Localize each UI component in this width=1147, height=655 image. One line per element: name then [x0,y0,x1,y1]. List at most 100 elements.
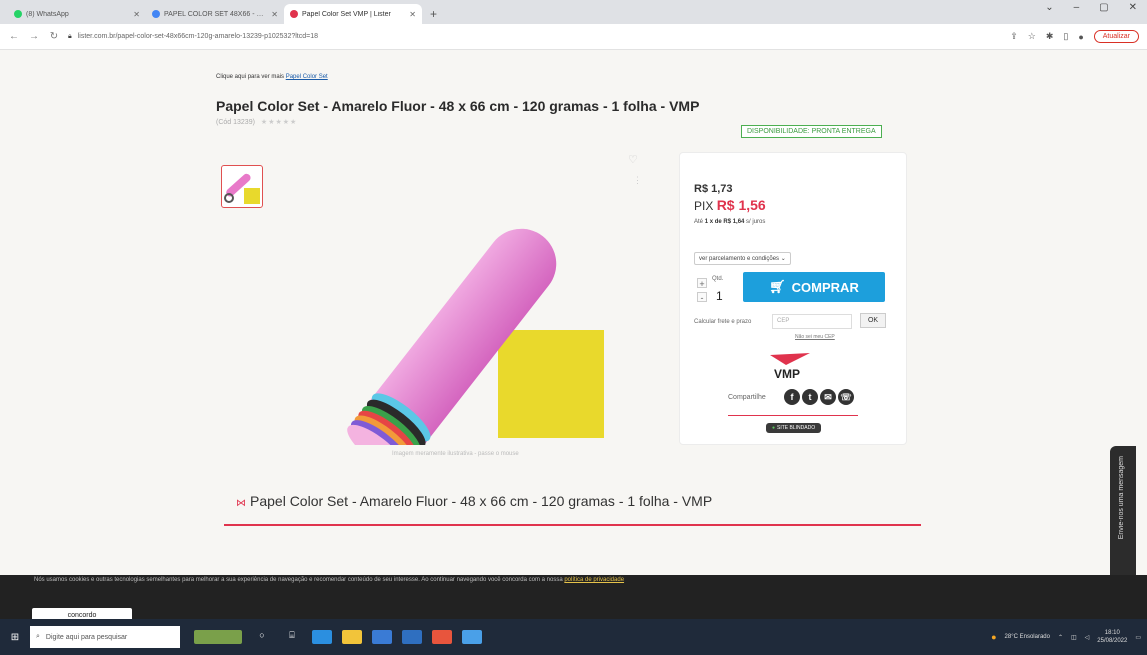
minimize-icon[interactable]: – [1074,2,1080,13]
qty-decrease-button[interactable]: - [697,292,707,303]
reload-icon[interactable]: ↻ [48,31,60,42]
secure-site-badge: ● SITE BLINDADO [766,423,822,433]
browser-tab-lister[interactable]: Papel Color Set VMP | Lister ✕ [284,4,422,24]
edge-icon[interactable] [312,630,332,644]
favorite-icon[interactable]: ♡ [628,153,638,166]
volume-icon[interactable]: ◁ [1085,634,1090,641]
extensions-icon[interactable]: ✱ [1046,31,1054,42]
pix-value: R$ 1,56 [716,197,766,213]
weather-text[interactable]: 28°C Ensolarado [1005,634,1050,640]
close-icon[interactable]: ✕ [409,10,416,19]
lock-icon: 🔒︎ [68,32,72,40]
bookmark-star-icon[interactable]: ☆ [1028,31,1036,42]
no-cep-link[interactable]: Não sei meu CEP [795,334,835,340]
installment-prefix: Até [694,219,705,225]
url-field[interactable]: 🔒︎ lister.com.br/papel-color-set-48x66cm-… [68,33,1002,41]
section-title-text: Papel Color Set - Amarelo Fluor - 48 x 6… [250,493,713,509]
qty-increase-button[interactable]: + [697,278,707,289]
browser-tab-google[interactable]: PAPEL COLOR SET 48X66 - Googl ✕ [146,4,284,24]
section-divider [224,524,921,526]
clock[interactable]: 18:10 25/08/2022 [1097,629,1127,645]
system-tray: ● 28°C Ensolarado ⌃ ◫ ◁ 18:10 25/08/2022… [991,629,1141,645]
privacy-policy-link[interactable]: política de privacidade [564,577,624,583]
more-options-icon[interactable]: ⋮ [633,175,642,186]
maximize-icon[interactable]: ▢ [1099,2,1108,13]
breadcrumb-prefix: Clique aqui para ver mais [216,74,286,80]
toolbar-icons: ⇪ ☆ ✱ ▯ ● Atualizar [1010,30,1139,43]
cookie-message: Nós usamos cookies e outras tecnologias … [34,577,565,583]
breadcrumb: Clique aqui para ver mais Papel Color Se… [216,74,328,80]
shipping-label: Calcular frete e prazo [694,319,752,325]
divider [728,415,858,416]
rating-stars[interactable]: ★★★★★ [261,119,297,126]
close-window-icon[interactable]: ✕ [1129,2,1137,13]
taskbar-search[interactable]: ⌕ Digite aqui para pesquisar [30,626,180,648]
share-page-icon[interactable]: ⇪ [1010,31,1018,42]
price: R$ 1,73 [694,183,733,195]
close-icon[interactable]: ✕ [271,10,278,19]
browser-tab-whatsapp[interactable]: (8) WhatsApp ✕ [8,4,146,24]
availability-badge: DISPONIBILIDADE: PRONTA ENTREGA [741,125,882,138]
cep-ok-button[interactable]: OK [860,313,886,328]
profile-icon[interactable]: ● [1078,32,1083,42]
buy-button[interactable]: 🛒︎ COMPRAR [743,272,885,302]
message-tab-label: Envie-nos uma mensagem [1118,456,1125,540]
mail-icon[interactable] [402,630,422,644]
url-text: lister.com.br/papel-color-set-48x66cm-12… [77,32,319,40]
ribbon-icon: ⋈ [236,498,246,509]
widgets-icon[interactable]: ⌸ [282,630,302,644]
installment-select[interactable]: ver parcelamento e condições ⌄ [694,252,791,265]
new-tab-button[interactable]: + [422,4,445,24]
tab-title: PAPEL COLOR SET 48X66 - Googl [164,10,268,18]
pix-label: PIX [694,199,717,213]
teams-icon[interactable] [462,630,482,644]
notification-icon[interactable]: ▭ [1135,634,1141,641]
update-button[interactable]: Atualizar [1093,30,1139,43]
whatsapp-share-icon[interactable]: ☏ [838,389,854,405]
lister-icon [290,10,298,18]
close-icon[interactable]: ✕ [133,10,140,19]
store-icon[interactable] [372,630,392,644]
back-icon[interactable]: ← [8,31,20,42]
product-title: Papel Color Set - Amarelo Fluor - 48 x 6… [216,98,700,114]
browser-tabbar: (8) WhatsApp ✕ PAPEL COLOR SET 48X66 - G… [0,0,1147,24]
twitter-icon[interactable]: t [802,389,818,405]
tab-search-icon[interactable]: ⌄ [1045,2,1053,13]
qty-value[interactable]: 1 [716,289,723,303]
taskbar-search-placeholder: Digite aqui para pesquisar [45,633,128,641]
forward-icon[interactable]: → [28,31,40,42]
buy-box: R$ 1,73 PIX R$ 1,56 Até 1 x de R$ 1,64 s… [679,152,907,445]
installment-suffix: s/ juros [744,219,766,225]
facebook-icon[interactable]: f [784,389,800,405]
clock-time: 18:10 [1104,630,1120,636]
clock-date: 25/08/2022 [1097,638,1128,644]
installment-info: Até 1 x de R$ 1,64 s/ juros [694,219,765,225]
tray-chevron-icon[interactable]: ⌃ [1058,634,1063,641]
vmp-logo[interactable]: VMP [760,351,820,381]
share-label: Compartilhe [728,394,766,401]
network-icon[interactable]: ◫ [1071,634,1077,641]
secure-label: SITE BLINDADO [777,425,816,431]
windows-start-icon[interactable]: ⊞ [0,632,30,643]
email-icon[interactable]: ✉ [820,389,836,405]
product-image[interactable] [318,145,648,445]
search-icon: ⌕ [36,633,40,640]
weather-icon[interactable]: ● [991,632,996,642]
google-icon [152,10,160,18]
file-explorer-icon[interactable] [342,630,362,644]
cep-input[interactable]: CEP [772,314,852,329]
cookie-text: Nós usamos cookies e outras tecnologias … [34,577,624,583]
breadcrumb-link[interactable]: Papel Color Set [286,74,328,80]
task-view-icon[interactable]: ○ [252,630,272,644]
chrome-icon[interactable] [432,630,452,644]
cart-icon: 🛒︎ [769,279,786,294]
sidebar-icon[interactable]: ▯ [1063,31,1068,42]
image-caption: Imagem meramente ilustrativa - passe o m… [392,451,519,457]
address-bar: ← → ↻ 🔒︎ lister.com.br/papel-color-set-48… [0,24,1147,50]
description-title: ⋈ Papel Color Set - Amarelo Fluor - 48 x … [236,493,712,509]
search-highlight-icon[interactable] [194,630,242,644]
product-page: Clique aqui para ver mais Papel Color Se… [0,50,1147,575]
product-thumbnail[interactable] [221,165,263,208]
pix-price: PIX R$ 1,56 [694,197,766,213]
qty-label: Qtd. [712,276,724,282]
